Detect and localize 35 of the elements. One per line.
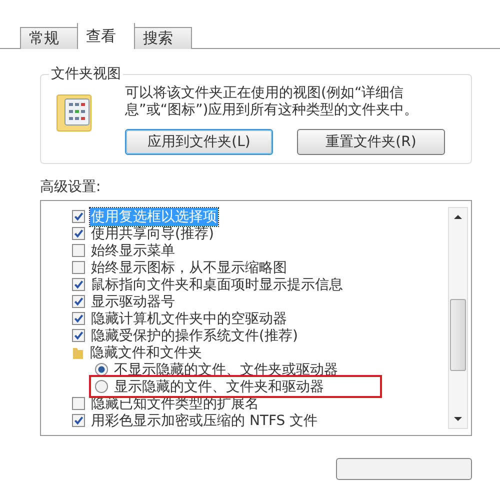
setting-label[interactable]: 隐藏计算机文件夹中的空驱动器 bbox=[90, 310, 288, 328]
checkbox[interactable] bbox=[72, 414, 85, 427]
checkbox[interactable] bbox=[72, 312, 85, 325]
folder-button[interactable]: 重置文件夹(R) bbox=[297, 129, 445, 155]
partial-button[interactable] bbox=[336, 458, 472, 480]
setting-label[interactable]: 始终显示菜单 bbox=[90, 242, 176, 260]
setting-label[interactable]: 用彩色显示加密或压缩的 NTFS 文件 bbox=[90, 412, 319, 430]
folder-button[interactable]: 应用到文件夹(L) bbox=[125, 129, 273, 155]
setting-label[interactable]: 显示隐藏的文件、文件夹和驱动器 bbox=[113, 378, 325, 396]
checkbox[interactable] bbox=[72, 244, 85, 257]
tab[interactable]: 搜索 bbox=[134, 27, 192, 49]
checkbox[interactable] bbox=[72, 329, 85, 342]
setting-label[interactable]: 隐藏受保护的操作系统文件(推荐) bbox=[90, 326, 299, 344]
setting-label[interactable]: 鼠标指向文件夹和桌面项时显示提示信息 bbox=[90, 276, 344, 294]
checkbox[interactable] bbox=[72, 397, 85, 410]
checkbox[interactable] bbox=[72, 210, 85, 223]
radio-button[interactable] bbox=[95, 363, 108, 376]
checkbox[interactable] bbox=[72, 295, 85, 308]
checkbox[interactable] bbox=[72, 227, 85, 240]
radio-button[interactable] bbox=[95, 380, 108, 393]
checkbox[interactable] bbox=[72, 261, 85, 274]
checkbox[interactable] bbox=[72, 278, 85, 291]
setting-label[interactable]: 使用共享向导(推荐) bbox=[90, 224, 215, 242]
setting-label[interactable]: 显示驱动器号 bbox=[90, 292, 176, 310]
tab[interactable]: 查看 bbox=[77, 23, 135, 49]
scroll-down-icon[interactable] bbox=[454, 417, 462, 422]
section-label: 高级设置: bbox=[40, 178, 102, 196]
setting-label[interactable]: 隐藏文件和文件夹 bbox=[89, 344, 203, 362]
folder-icon bbox=[72, 346, 84, 360]
scrollbar[interactable] bbox=[448, 207, 468, 429]
description-text: 可以将该文件夹正在使用的视图(例如“详细信息”或“图标”)应用到所有这种类型的文件夹中。 bbox=[125, 85, 420, 119]
group-title: 文件夹视图 bbox=[50, 65, 122, 83]
tab[interactable]: 常规 bbox=[20, 27, 78, 49]
scroll-up-icon[interactable] bbox=[454, 214, 462, 219]
setting-label[interactable]: 始终显示图标，从不显示缩略图 bbox=[90, 258, 288, 276]
